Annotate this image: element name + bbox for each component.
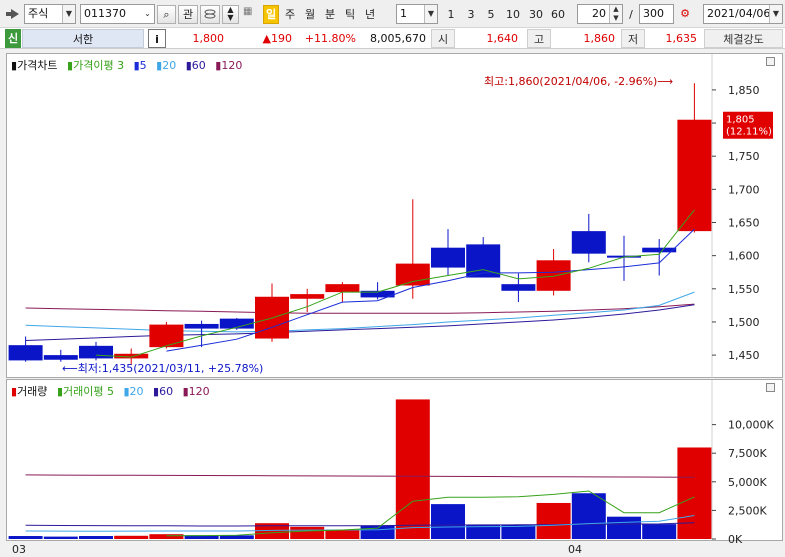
candle-body — [536, 260, 571, 291]
volume-tick-label: 0K — [728, 533, 743, 546]
last-price-tag-pct: (12.11%) — [726, 127, 772, 138]
min-price-note: ⟵최저:1,435(2021/03/11, +25.78%) — [62, 362, 263, 375]
stock-chart-window: 주식 ▼ 011370 ⌄ ⌕ 관 ▲ ▼ ▦ 일 주 월 분 틱 년 1 ▼ 1 3 … — [0, 0, 785, 557]
volume-ma120-line — [25, 474, 695, 478]
chart-canvas[interactable]: 1,8501,8001,7501,7001,6501,6001,5501,500… — [0, 0, 785, 557]
volume-bar — [431, 504, 465, 539]
x-label-april: 04 — [568, 543, 582, 556]
last-price-tag-value: 1,805 — [726, 115, 755, 126]
candle-body — [43, 355, 78, 360]
x-label-march: 03 — [12, 543, 26, 556]
price-tick-label: 1,700 — [728, 183, 760, 196]
candle-body — [677, 119, 712, 232]
candle-body — [290, 294, 325, 299]
volume-bar — [395, 399, 430, 539]
price-tick-label: 1,750 — [728, 150, 760, 163]
volume-bar — [8, 536, 43, 539]
price-tick-label: 1,450 — [728, 349, 760, 362]
candle-body — [431, 247, 465, 268]
max-price-note: 최고:1,860(2021/04/06, -2.96%)⟶ — [484, 75, 673, 88]
candle-body — [395, 263, 430, 286]
candle-body — [571, 231, 606, 254]
volume-bar — [642, 524, 677, 539]
volume-bar — [325, 529, 360, 539]
volume-bar — [149, 534, 184, 539]
volume-bar — [536, 502, 571, 539]
volume-tick-label: 2,500K — [728, 504, 767, 517]
candle-body — [149, 324, 184, 348]
price-tick-label: 1,850 — [728, 84, 760, 97]
price-tick-label: 1,500 — [728, 316, 760, 329]
candle-body — [79, 345, 113, 359]
candle-body — [325, 284, 360, 293]
price-ma5-line — [166, 228, 695, 352]
candle-body — [8, 345, 43, 361]
volume-tick-label: 5,000K — [728, 476, 767, 489]
price-tick-label: 1,650 — [728, 217, 760, 230]
volume-bar — [43, 536, 78, 539]
volume-tick-label: 10,000K — [728, 419, 774, 432]
price-tick-label: 1,600 — [728, 250, 760, 263]
volume-tick-label: 7,500K — [728, 447, 767, 460]
volume-bar — [114, 535, 149, 539]
price-ma20-line — [25, 291, 695, 333]
candle-body — [501, 284, 536, 291]
candle-body — [184, 323, 219, 329]
volume-bar — [571, 493, 606, 539]
volume-bar — [607, 516, 641, 539]
price-tick-label: 1,550 — [728, 283, 760, 296]
volume-bar — [677, 447, 712, 539]
volume-bar — [79, 536, 113, 539]
volume-bar — [290, 526, 325, 539]
